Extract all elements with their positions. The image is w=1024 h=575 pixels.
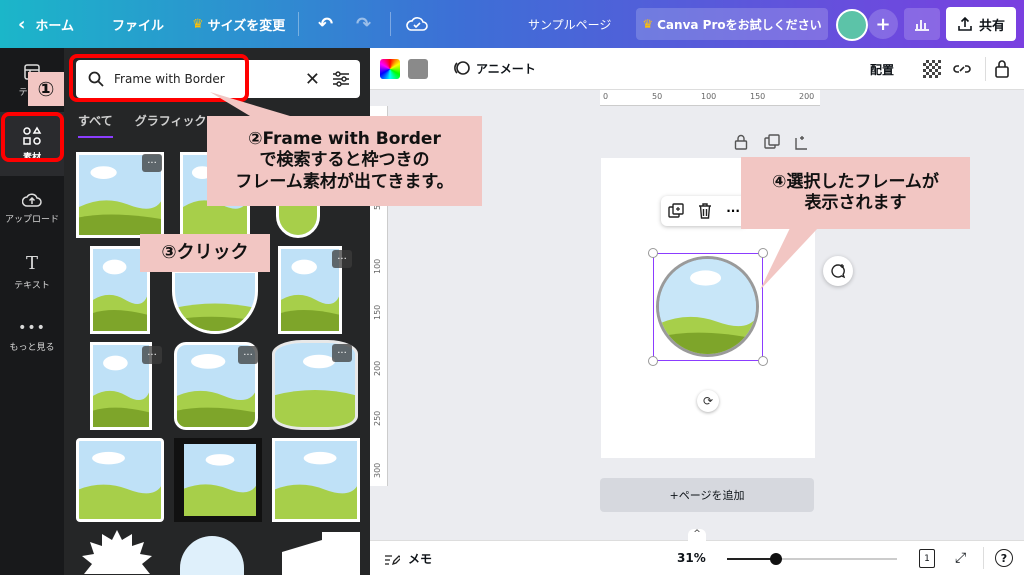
callout-4-pointer <box>760 228 818 290</box>
callout-2-line: で検索すると枠つきの <box>259 150 430 171</box>
annotation-step-4: ④選択したフレームが 表示されます <box>741 157 970 229</box>
callout-2-line: ②Frame with Border <box>248 129 441 150</box>
callout-4-line: ④選択したフレームが <box>772 171 939 192</box>
annotation-step-2: ②Frame with Border で検索すると枠つきの フレーム素材が出てき… <box>207 116 482 206</box>
callout-2-pointer <box>210 92 290 116</box>
annotation-step-3: ③クリック <box>140 234 270 272</box>
callout-pointers <box>210 92 818 290</box>
callout-4-line: 表示されます <box>804 193 907 213</box>
callout-2-line: フレーム素材が出てきます。 <box>235 171 454 192</box>
canva-editor: ‹ ホーム ファイル ♛ サイズを変更 ↶ ↷ サンプルページ ♛ Canva … <box>0 0 1024 575</box>
